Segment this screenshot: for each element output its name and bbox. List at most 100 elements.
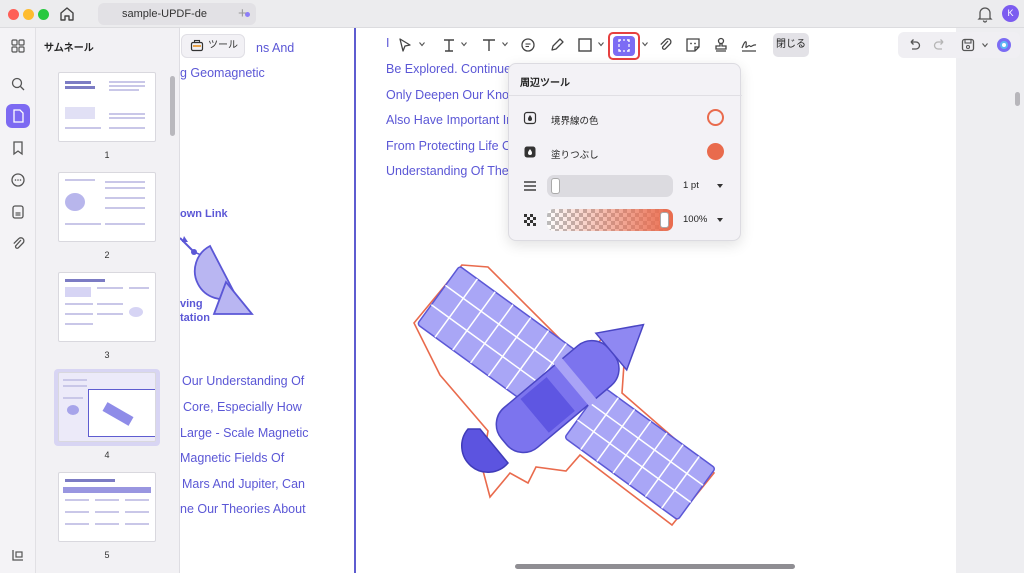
select-arrow-icon[interactable] bbox=[396, 36, 414, 54]
popup-divider bbox=[509, 95, 742, 96]
doc-text-line: Core, Especially How bbox=[183, 400, 302, 414]
signature-icon[interactable] bbox=[740, 36, 758, 54]
thumbnail-page-number: 3 bbox=[104, 350, 110, 360]
chevron-down-icon[interactable] bbox=[461, 41, 467, 47]
border-color-icon bbox=[523, 111, 537, 125]
document-tab-title: sample-UPDF-de bbox=[122, 8, 207, 20]
area-select-icon bbox=[618, 39, 630, 52]
caret-down-icon bbox=[717, 218, 723, 222]
chevron-down-icon[interactable] bbox=[419, 41, 425, 47]
doc-text-line: Only Deepen Our Know bbox=[386, 88, 519, 102]
opacity-slider[interactable] bbox=[547, 209, 673, 231]
right-toolbar bbox=[898, 32, 1020, 58]
home-icon[interactable] bbox=[58, 5, 76, 23]
close-annotation-toolbar-button[interactable]: 閉じる bbox=[773, 33, 809, 57]
zoom-window-button[interactable] bbox=[38, 9, 49, 20]
satellite-dish-illustration bbox=[180, 236, 254, 315]
undo-icon[interactable] bbox=[906, 37, 922, 53]
doc-text-line: Large - Scale Magnetic bbox=[180, 426, 309, 440]
doc-text-line: Mars And Jupiter, Can bbox=[182, 477, 305, 491]
thumbnail-page-number: 2 bbox=[104, 250, 110, 260]
chevron-down-icon[interactable] bbox=[642, 41, 648, 47]
grid-view-button[interactable] bbox=[6, 34, 30, 58]
doc-text-line: Be Explored. Continued bbox=[386, 62, 519, 76]
tools-button[interactable]: ツール bbox=[181, 34, 245, 58]
thumbnail-panel: サムネール 1 2 3 4 5 bbox=[36, 28, 180, 573]
horizontal-scrollbar[interactable] bbox=[515, 564, 795, 569]
toolbox-icon bbox=[190, 39, 204, 52]
document-tab[interactable]: sample-UPDF-de bbox=[98, 3, 256, 25]
sticker-icon[interactable] bbox=[684, 36, 702, 54]
opacity-checker-icon bbox=[524, 214, 536, 226]
chevron-down-icon[interactable] bbox=[598, 41, 604, 47]
close-window-button[interactable] bbox=[8, 9, 19, 20]
comment-bubble-icon[interactable] bbox=[519, 36, 537, 54]
search-icon bbox=[11, 77, 25, 91]
thumbnail-scrollbar[interactable] bbox=[170, 76, 175, 136]
thumbnail-page-2[interactable] bbox=[58, 172, 156, 242]
popup-title: 周辺ツール bbox=[520, 78, 570, 89]
satellite-illustration[interactable] bbox=[410, 253, 720, 548]
opacity-select[interactable]: 100% bbox=[681, 210, 729, 230]
paperclip-icon bbox=[13, 237, 25, 249]
comments-button[interactable] bbox=[6, 168, 30, 192]
ai-assistant-icon[interactable] bbox=[996, 37, 1012, 53]
layers-icon bbox=[12, 550, 23, 561]
thumbnail-button[interactable] bbox=[6, 104, 30, 128]
thumbnail-page-3[interactable] bbox=[58, 272, 156, 342]
doc-heading: own Link bbox=[180, 208, 228, 220]
fill-color-swatch[interactable] bbox=[707, 143, 724, 160]
thumbnail-page-number: 5 bbox=[104, 550, 110, 560]
doc-text-line: Also Have Important Im bbox=[386, 113, 517, 127]
vertical-scrollbar[interactable] bbox=[1015, 92, 1020, 106]
tools-button-label: ツール bbox=[208, 40, 238, 51]
save-icon[interactable] bbox=[960, 37, 976, 53]
rectangle-icon[interactable] bbox=[576, 36, 594, 54]
minimize-window-button[interactable] bbox=[23, 9, 34, 20]
redo-icon[interactable] bbox=[932, 37, 948, 53]
thumbnail-page-4[interactable] bbox=[58, 372, 156, 442]
document-info-button[interactable] bbox=[6, 200, 30, 224]
doc-text-line: Our Understanding Of bbox=[182, 374, 305, 388]
thickness-slider[interactable] bbox=[547, 175, 673, 197]
layers-button[interactable] bbox=[6, 543, 30, 567]
chevron-down-icon[interactable] bbox=[982, 42, 988, 48]
stamp-icon[interactable] bbox=[712, 36, 730, 54]
opacity-slider-handle[interactable] bbox=[660, 212, 669, 228]
new-tab-plus-icon[interactable]: + bbox=[238, 5, 247, 22]
thumbnail-panel-title: サムネール bbox=[44, 43, 94, 54]
border-color-label: 境界線の色 bbox=[551, 116, 599, 127]
page-right-gutter bbox=[956, 28, 1024, 573]
border-color-swatch[interactable] bbox=[707, 109, 724, 126]
avatar[interactable]: K bbox=[1002, 5, 1019, 22]
fill-label: 塗りつぶし bbox=[551, 150, 599, 161]
chevron-down-icon[interactable] bbox=[502, 41, 508, 47]
text-icon[interactable] bbox=[480, 36, 498, 54]
text-box-icon[interactable] bbox=[440, 36, 458, 54]
area-shape-tool-button[interactable] bbox=[608, 32, 640, 60]
comment-icon bbox=[11, 173, 25, 187]
doc-text-line: Magnetic Fields Of bbox=[180, 451, 285, 465]
bookmark-icon bbox=[13, 141, 23, 156]
page-column-divider bbox=[354, 28, 356, 573]
fill-color-icon bbox=[524, 146, 536, 158]
bookmark-button[interactable] bbox=[6, 136, 30, 160]
caret-down-icon bbox=[717, 184, 723, 188]
thumbnail-page-number: 4 bbox=[104, 450, 110, 460]
search-button[interactable] bbox=[6, 72, 30, 96]
document-icon bbox=[12, 205, 24, 219]
paperclip-icon[interactable] bbox=[656, 36, 674, 54]
thumbnail-page-1[interactable] bbox=[58, 72, 156, 142]
doc-text-line: g Geomagnetic bbox=[180, 66, 265, 80]
doc-text-line: Understanding Of The bbox=[386, 164, 509, 178]
thumbnail-page-5[interactable] bbox=[58, 472, 156, 542]
thickness-slider-handle[interactable] bbox=[551, 178, 560, 194]
title-bar: sample-UPDF-de + K bbox=[0, 0, 1024, 28]
bell-icon[interactable] bbox=[977, 5, 993, 23]
thumbnail-page-number: 1 bbox=[104, 150, 110, 160]
attachments-button[interactable] bbox=[6, 232, 30, 256]
thickness-select[interactable]: 1 pt bbox=[681, 176, 729, 196]
pencil-icon[interactable] bbox=[548, 36, 566, 54]
doc-text-line: From Protecting Life O bbox=[386, 139, 512, 153]
line-thickness-icon bbox=[524, 181, 536, 191]
